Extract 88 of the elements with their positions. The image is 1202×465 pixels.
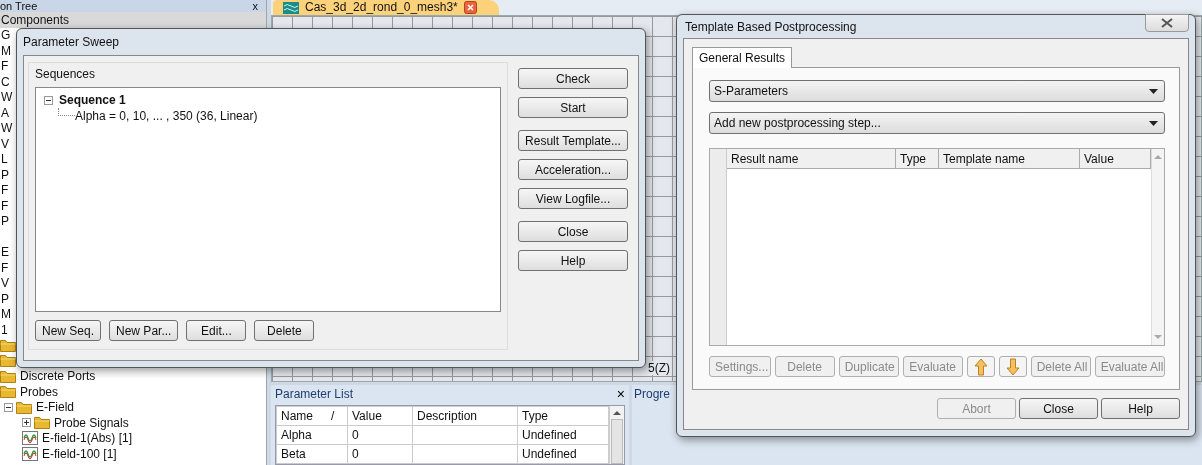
column-header[interactable]: Description xyxy=(412,406,518,426)
tree-item-label: V xyxy=(0,276,10,291)
panel-title: Parameter List xyxy=(275,387,354,401)
dialog-button[interactable]: Help xyxy=(518,250,628,271)
tree-row[interactable]: Discrete Ports xyxy=(0,368,266,384)
folder-icon xyxy=(0,338,16,352)
window-title: Parameter Sweep xyxy=(23,35,120,49)
panel-title: Progre xyxy=(634,387,671,401)
tree-item-label: W xyxy=(0,121,14,136)
dialog-button[interactable]: Check xyxy=(518,68,628,89)
scroll-up-icon[interactable] xyxy=(613,410,621,415)
folder-icon xyxy=(34,416,50,430)
dropdown-arrow-icon xyxy=(1149,120,1158,126)
column-header[interactable]: Name / xyxy=(276,406,348,426)
table-cell: Beta xyxy=(276,444,348,464)
signal-plot-icon xyxy=(22,446,38,461)
dialog-button[interactable]: Help xyxy=(1101,398,1180,419)
tree-row[interactable]: Probes xyxy=(0,384,266,400)
dialog-button[interactable]: Delete xyxy=(254,320,315,341)
move-down-button[interactable] xyxy=(998,356,1027,377)
expand-icon[interactable] xyxy=(22,418,31,428)
scrollbar[interactable] xyxy=(609,406,624,464)
tree-row[interactable]: E-field-1(Abs) [1] xyxy=(0,430,266,446)
tree-item-label: F xyxy=(0,183,10,198)
table-cell: Undefined xyxy=(517,444,609,464)
tree-item-label: F xyxy=(0,260,10,275)
tree-item-label: Components xyxy=(0,12,71,27)
panel-close-button[interactable]: x xyxy=(252,0,258,12)
tree-item-label: L xyxy=(0,152,9,167)
dialog-button[interactable]: New Seq. xyxy=(35,320,102,341)
tree-item-label: E-field-100 [1] xyxy=(41,446,118,461)
table-cell: Undefined xyxy=(517,425,609,445)
tree-row[interactable]: E-Field xyxy=(0,399,266,415)
collapse-icon[interactable] xyxy=(44,95,53,105)
dialog-button[interactable]: Close xyxy=(518,221,628,242)
group-label: Sequences xyxy=(35,67,97,81)
dialog-button[interactable]: Edit... xyxy=(186,320,247,341)
collapse-icon[interactable] xyxy=(4,402,13,412)
close-icon[interactable] xyxy=(463,1,477,14)
tree-item-label: P xyxy=(0,291,10,306)
close-icon xyxy=(1161,17,1173,28)
tree-item-label: E-field-1(Abs) [1] xyxy=(41,431,134,446)
tree-item-label: F xyxy=(0,59,10,74)
tree-item-label: F xyxy=(0,198,10,213)
table-cell: Alpha xyxy=(276,425,348,445)
column-header[interactable]: Result name xyxy=(727,149,896,169)
table-cell: 0 xyxy=(347,425,413,445)
tree-item-label: Probe Signals xyxy=(53,415,130,430)
tree-item-label: M xyxy=(0,307,12,322)
folder-icon xyxy=(0,354,16,368)
dialog-button[interactable]: Start xyxy=(518,97,628,118)
tree-item-label: P xyxy=(0,167,10,182)
panel-close-button[interactable]: × xyxy=(616,386,625,402)
dialog-button[interactable]: New Par... xyxy=(109,320,179,341)
dialog-button[interactable]: Close xyxy=(1019,398,1098,419)
dialog-button[interactable]: View Logfile... xyxy=(518,188,628,209)
project-icon xyxy=(283,1,299,14)
axis-label: 5(Z) xyxy=(648,361,670,375)
folder-icon xyxy=(0,369,16,383)
dialog-button[interactable]: Acceleration... xyxy=(518,159,628,180)
tree-row[interactable]: Probe Signals xyxy=(0,415,266,431)
tree-row[interactable]: Components xyxy=(0,12,266,28)
tree-row[interactable]: E-field-100 [1] xyxy=(0,446,266,462)
tab[interactable]: General Results xyxy=(692,47,793,68)
tree-item-label: E-Field xyxy=(35,400,75,415)
tree-item[interactable]: Alpha = 0, 10, ... , 350 (36, Linear) xyxy=(75,109,258,123)
column-header[interactable]: Type xyxy=(517,406,609,426)
dropdown-arrow-icon xyxy=(1149,88,1158,94)
dropdown[interactable]: Add new postprocessing step... xyxy=(709,112,1165,134)
tree-item-label: P xyxy=(0,214,10,229)
folder-icon xyxy=(0,385,16,399)
folder-icon xyxy=(16,400,32,414)
column-header[interactable]: Template name xyxy=(939,149,1080,169)
tree-item-label: E xyxy=(0,245,10,260)
tree-item-label: Probes xyxy=(19,384,60,399)
tree-item-label: Discrete Ports xyxy=(19,369,97,384)
table-cell: 0 xyxy=(347,444,413,464)
dropdown[interactable]: S-Parameters xyxy=(709,80,1165,102)
window-title: Template Based Postprocessing xyxy=(685,19,857,34)
column-header[interactable]: Type xyxy=(896,149,939,169)
move-up-button[interactable] xyxy=(966,356,995,377)
signal-plot-icon xyxy=(22,431,38,446)
panel-title: on Tree xyxy=(0,0,38,12)
tree-item[interactable]: Sequence 1 xyxy=(59,93,126,107)
document-tab[interactable]: Cas_3d_2d_rond_0_mesh3* xyxy=(273,0,499,15)
column-header[interactable]: Value xyxy=(347,406,413,426)
tree-item-label: V xyxy=(0,136,10,151)
dialog-button[interactable]: Result Template... xyxy=(518,130,628,151)
